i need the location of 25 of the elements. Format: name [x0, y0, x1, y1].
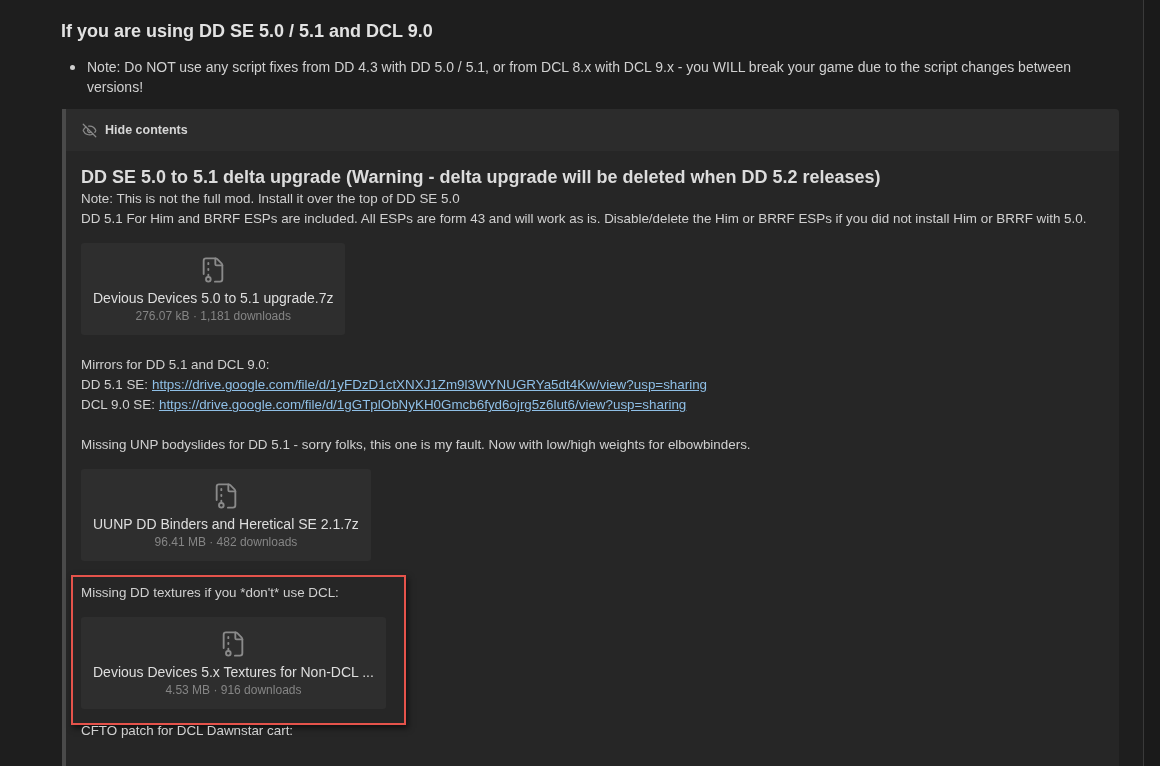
- page-heading: If you are using DD SE 5.0 / 5.1 and DCL 9.0: [61, 20, 434, 43]
- body-text: Note: This is not the full mod. Install it over the top of DD SE 5.0: [81, 190, 460, 208]
- section-heading: DD SE 5.0 to 5.1 delta upgrade (Warning - delta upgrade will be deleted when DD 5.2 releases): [81, 166, 882, 189]
- mirror-label: DD 5.1 SE:: [81, 376, 148, 394]
- file-name: Devious Devices 5.x Textures for Non-DCL ...: [93, 663, 374, 682]
- file-name: UUNP DD Binders and Heretical SE 2.1.7z: [93, 515, 359, 534]
- body-text: Missing UNP bodyslides for DD 5.1 - sorry folks, this one is my fault. Now with low/high weights for elbowbinders.: [81, 436, 751, 454]
- file-attachment-card[interactable]: Devious Devices 5.x Textures for Non-DCL ... 4.53 MB · 916 downloads: [81, 617, 386, 709]
- mirror-label: DCL 9.0 SE:: [81, 396, 155, 414]
- file-meta: 4.53 MB · 916 downloads: [165, 682, 302, 698]
- file-attachment-card[interactable]: Devious Devices 5.0 to 5.1 upgrade.7z 276.07 kB · 1,181 downloads: [81, 243, 346, 335]
- body-text: Missing DD textures if you *don't* use DCL:: [81, 584, 339, 602]
- body-text: Mirrors for DD 5.1 and DCL 9.0:: [81, 356, 270, 374]
- file-meta: 96.41 MB · 482 downloads: [154, 534, 298, 550]
- hide-contents-toggle[interactable]: Hide contents: [66, 109, 1119, 151]
- bullet-icon: [70, 65, 75, 70]
- body-text: DD 5.1 For Him and BRRF ESPs are included. All ESPs are form 43 and will work as is. Disable/delete the Him or BRRF ESPs if you did not install Him or BRRF with 5.0.: [81, 210, 1087, 228]
- eye-slash-icon: [82, 122, 97, 138]
- mirror-link[interactable]: https://drive.google.com/file/d/1yFDzD1ctXNXJ1Zm9l3WYNUGRYa5dt4Kw/view?usp=sharing: [152, 375, 708, 395]
- body-text: CFTO patch for DCL Dawnstar cart:: [81, 722, 294, 740]
- mirror-link[interactable]: https://drive.google.com/file/d/1gGTplObNyKH0Gmcb6fyd6ojrg5z6lut6/view?usp=sharing: [158, 395, 687, 415]
- file-name: Devious Devices 5.0 to 5.1 upgrade.7z: [93, 289, 334, 308]
- file-attachment-card[interactable]: UUNP DD Binders and Heretical SE 2.1.7z 96.41 MB · 482 downloads: [81, 469, 371, 561]
- file-meta: 276.07 kB · 1,181 downloads: [135, 308, 291, 324]
- note-text: Note: Do NOT use any script fixes from DD 4.3 with DD 5.0 / 5.1, or from DCL 8.x with DCL 9.x - you WILL break your game due to the script changes between versions!: [87, 58, 1073, 97]
